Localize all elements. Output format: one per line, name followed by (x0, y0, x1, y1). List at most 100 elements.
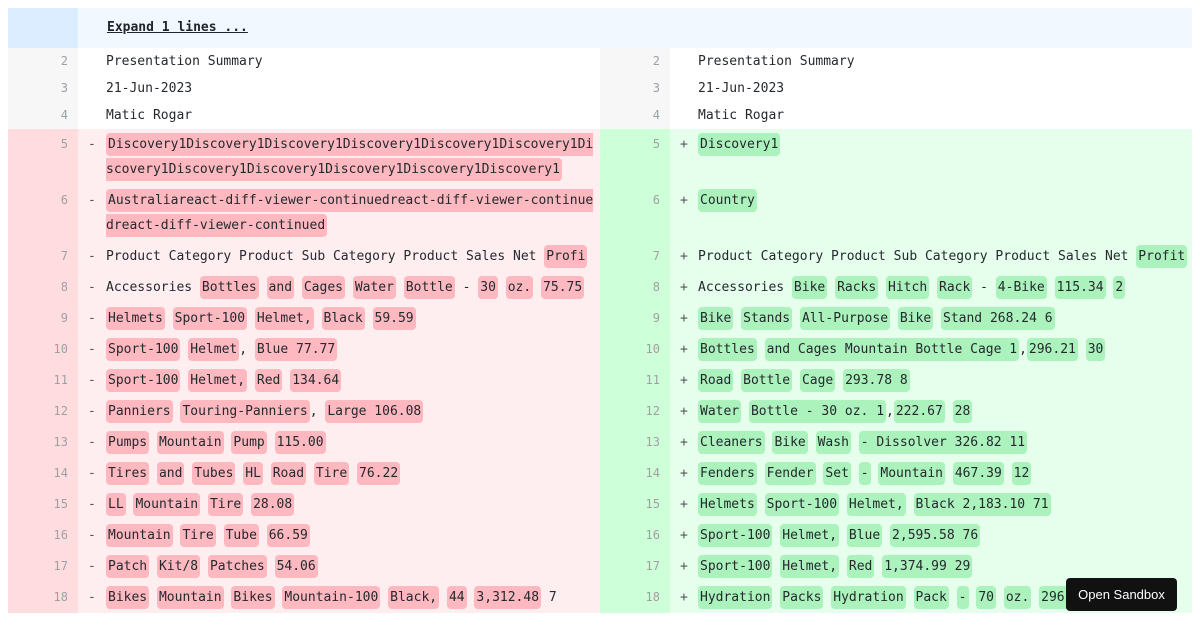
changed-word: 66.59 (266, 524, 310, 547)
line-number[interactable]: 15 (600, 489, 670, 520)
line-content: Helmets Sport-100 Helmet, Black 2,183.10… (698, 489, 1192, 520)
line-number[interactable]: 18 (600, 582, 670, 613)
diff-marker: - (78, 241, 106, 272)
left-line: 17- Patch Kit/8 Patches 54.06 (8, 551, 600, 582)
code-text: Presentation Summary (698, 54, 855, 69)
changed-word: Tire (207, 493, 244, 516)
changed-word: Helmet, (188, 369, 248, 392)
changed-word: Mountain (878, 462, 946, 485)
line-number[interactable]: 2 (8, 48, 78, 75)
line-number[interactable]: 9 (600, 303, 670, 334)
line-number[interactable]: 5 (8, 129, 78, 185)
left-line: 10- Sport-100 Helmet, Blue 77.77 (8, 334, 600, 365)
changed-word: Helmets (698, 493, 757, 516)
changed-word: Patches (207, 555, 267, 578)
line-number[interactable]: 4 (600, 102, 670, 129)
fold-gutter (8, 8, 78, 48)
left-line: 7- Product Category Product Sub Category … (8, 241, 600, 272)
line-number[interactable]: 7 (600, 241, 670, 272)
line-number[interactable]: 12 (8, 396, 78, 427)
line-number[interactable]: 14 (600, 458, 670, 489)
line-content: Discovery1Discovery1Discovery1Discovery1… (106, 129, 600, 185)
diff-marker: - (78, 129, 106, 185)
line-number[interactable]: 13 (8, 427, 78, 458)
line-number[interactable]: 15 (8, 489, 78, 520)
right-line: 12 + Water Bottle - 30 oz. 1, 222.67 28 (600, 396, 1192, 427)
line-content: Patch Kit/8 Patches 54.06 (106, 551, 600, 582)
open-sandbox-button[interactable]: Open Sandbox (1066, 578, 1177, 611)
line-number[interactable]: 4 (8, 102, 78, 129)
line-number[interactable]: 16 (8, 520, 78, 551)
expand-lines-link[interactable]: Expand 1 lines ... (78, 8, 248, 48)
right-line: 14 + Fenders Fender Set - Mountain 467.39 … (600, 458, 1192, 489)
line-content: Product Category Product Sub Category Pr… (698, 241, 1192, 272)
diff-marker: - (78, 365, 106, 396)
line-content: Presentation Summary (106, 48, 600, 75)
line-number[interactable]: 17 (600, 551, 670, 582)
line-number[interactable]: 7 (8, 241, 78, 272)
changed-word: Stand 268.24 6 (941, 307, 1055, 330)
line-number[interactable]: 11 (8, 365, 78, 396)
changed-word: Patch (106, 555, 150, 578)
changed-word: Fender (764, 462, 816, 485)
changed-word: Sport-100 (106, 338, 181, 361)
diff-marker: + (670, 303, 698, 334)
line-number[interactable]: 18 (8, 582, 78, 613)
changed-word: 76.22 (357, 462, 401, 485)
line-number[interactable]: 17 (8, 551, 78, 582)
changed-word: Mountain (156, 431, 224, 454)
changed-word: 75.75 (541, 276, 585, 299)
diff-marker: + (670, 185, 698, 241)
line-number[interactable]: 14 (8, 458, 78, 489)
line-content: Water Bottle - 30 oz. 1, 222.67 28 (698, 396, 1192, 427)
right-line: 9 + Bike Stands All-Purpose Bike Stand 268… (600, 303, 1192, 334)
changed-word: 467.39 (952, 462, 1004, 485)
code-text: 21-Jun-2023 (106, 81, 193, 96)
changed-word: 2 (1113, 276, 1126, 299)
line-number[interactable]: 13 (600, 427, 670, 458)
changed-word: Sport-100 (698, 555, 773, 578)
changed-word: Blue (846, 524, 883, 547)
right-line: 16 + Sport-100 Helmet, Blue 2,595.58 76 (600, 520, 1192, 551)
changed-word: 28.08 (251, 493, 295, 516)
line-number[interactable]: 2 (600, 48, 670, 75)
changed-word: Panniers (106, 400, 173, 423)
line-content: Accessories Bottles and Cages Water Bott… (106, 272, 600, 303)
line-content: Presentation Summary (698, 48, 1192, 75)
left-line: 2 Presentation Summary (8, 48, 600, 75)
line-number[interactable]: 11 (600, 365, 670, 396)
changed-word: 296.21 (1026, 338, 1078, 361)
diff-row: 10- Sport-100 Helmet, Blue 77.77 10 + Bottle… (8, 334, 1192, 365)
line-number[interactable]: 10 (8, 334, 78, 365)
changed-word: Hydration (831, 586, 906, 609)
line-number[interactable]: 3 (600, 75, 670, 102)
line-number[interactable]: 9 (8, 303, 78, 334)
diff-marker: - (78, 185, 106, 241)
code-text: Presentation Summary (106, 54, 263, 69)
line-number[interactable]: 8 (600, 272, 670, 303)
line-number[interactable]: 16 (600, 520, 670, 551)
changed-word: LL (106, 493, 126, 516)
changed-word: Bikes (231, 586, 275, 609)
line-number[interactable]: 6 (8, 185, 78, 241)
line-number[interactable]: 8 (8, 272, 78, 303)
changed-word: Road (270, 462, 307, 485)
diff-marker (78, 102, 106, 129)
line-number[interactable]: 3 (8, 75, 78, 102)
changed-word: Discovery1 (698, 133, 781, 156)
code-text: 7 (541, 590, 557, 605)
line-number[interactable]: 12 (600, 396, 670, 427)
line-number[interactable]: 6 (600, 185, 670, 241)
line-number[interactable]: 10 (600, 334, 670, 365)
line-number[interactable]: 5 (600, 129, 670, 185)
code-fold-row[interactable]: Expand 1 lines ... (8, 8, 1192, 48)
changed-word: Tubes (192, 462, 236, 485)
